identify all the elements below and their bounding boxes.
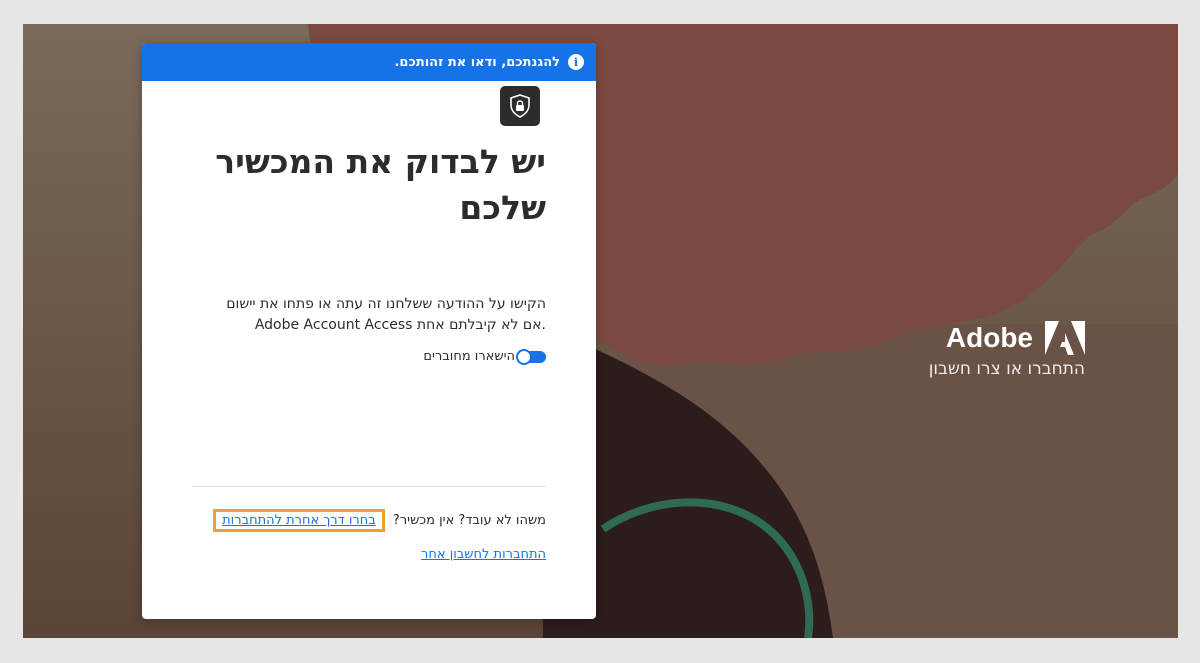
title-line-1: יש לבדוק את המכשיר <box>215 142 546 181</box>
shield-lock-icon <box>500 86 540 126</box>
title-line-2: שלכם <box>459 188 546 227</box>
stay-signed-in-label: הישארו מחוברים <box>423 349 515 364</box>
switch-account-link[interactable]: התחברות לחשבון אחר <box>421 547 546 562</box>
help-row: משהו לא עובד? אין מכשיר? בחרו דרך אחרת ל… <box>213 509 546 532</box>
highlight-box: בחרו דרך אחרת להתחברות <box>213 509 385 532</box>
desc-line-1: הקישו על ההודעה ששלחנו זה עתה או פתחו את… <box>226 296 546 312</box>
info-banner: i להגנתכם, ודאו את זהותכם. <box>142 43 596 81</box>
brand-name: Adobe <box>945 322 1033 353</box>
instructions-text: הקישו על ההודעה ששלחנו זה עתה או פתחו את… <box>186 294 546 336</box>
other-method-link[interactable]: בחרו דרך אחרת להתחברות <box>222 513 376 528</box>
switch-account-row: התחברות לחשבון אחר <box>421 547 546 562</box>
brand-block: Adobe התחברו או צרו חשבון <box>765 321 1085 379</box>
background-frame: Adobe התחברו או צרו חשבון i להגנתכם, ודא… <box>23 24 1178 638</box>
help-text: משהו לא עובד? אין מכשיר? <box>392 513 546 528</box>
stay-signed-in-toggle[interactable] <box>516 348 546 365</box>
page-title: יש לבדוק את המכשיר שלכם <box>206 139 546 231</box>
brand-subtitle: התחברו או צרו חשבון <box>928 359 1085 379</box>
toggle-knob <box>516 348 532 365</box>
signin-card: i להגנתכם, ודאו את זהותכם. יש לבדוק את ה… <box>142 43 596 619</box>
stay-signed-in-row: הישארו מחוברים <box>423 348 546 365</box>
desc-line-2: Adobe Account Access אם לא קיבלתם אחת. <box>254 317 546 333</box>
banner-text: להגנתכם, ודאו את זהותכם. <box>394 54 560 70</box>
divider <box>192 486 546 487</box>
adobe-logo-icon <box>1045 321 1085 355</box>
info-icon: i <box>568 54 584 70</box>
